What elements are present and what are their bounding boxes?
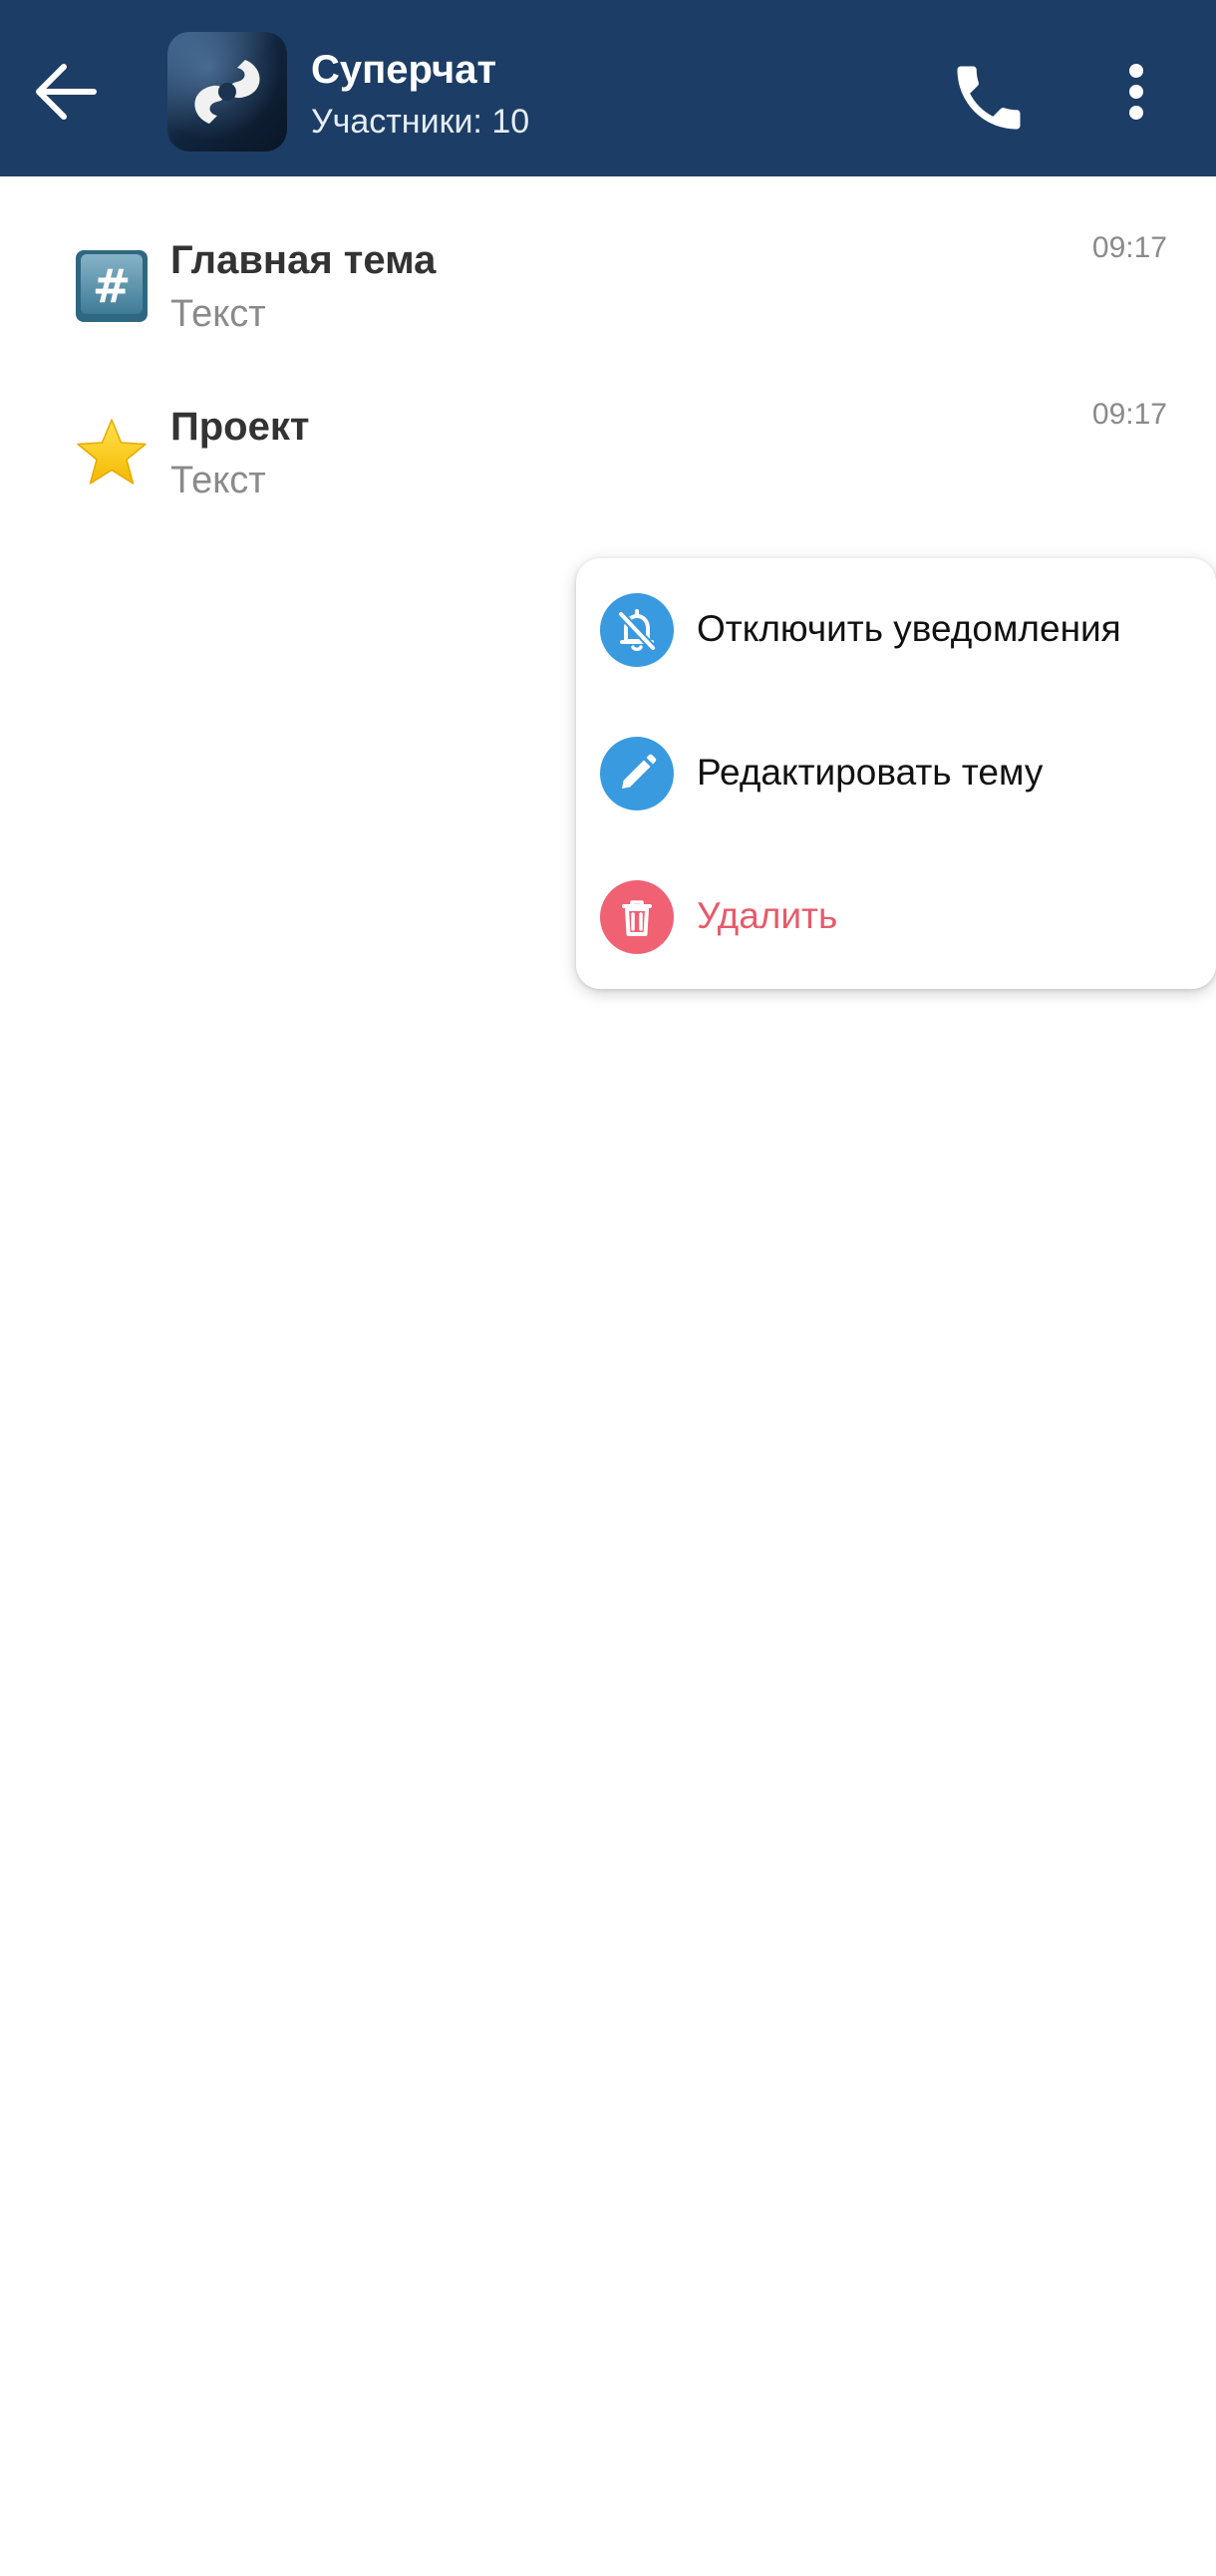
edit-topic-item[interactable]: Редактировать тему bbox=[576, 702, 1216, 845]
topic-preview: Текст bbox=[170, 460, 266, 501]
chat-title: Суперчат bbox=[311, 48, 497, 92]
menu-item-label: Удалить bbox=[697, 895, 838, 936]
chat-avatar[interactable] bbox=[167, 32, 287, 152]
topic-title: Главная тема bbox=[170, 238, 437, 282]
svg-text:#: # bbox=[93, 259, 132, 313]
more-vertical-icon bbox=[1129, 64, 1143, 120]
hash-keycap-icon: # bbox=[74, 248, 150, 324]
more-options-button[interactable] bbox=[1106, 56, 1166, 140]
topic-context-menu: Отключить уведомления Редактировать тему… bbox=[576, 558, 1216, 989]
participants-count: Участники: 10 bbox=[311, 103, 530, 141]
app-bar: Суперчат Участники: 10 bbox=[0, 0, 1216, 176]
call-button[interactable] bbox=[947, 56, 1031, 140]
trash-icon bbox=[600, 880, 674, 954]
arrow-left-icon bbox=[36, 64, 97, 120]
star-icon bbox=[74, 416, 150, 491]
delete-item[interactable]: Удалить bbox=[576, 845, 1216, 989]
topic-preview: Текст bbox=[170, 293, 266, 335]
menu-item-label: Редактировать тему bbox=[697, 752, 1044, 793]
phone-icon bbox=[957, 66, 1021, 130]
topic-row-main[interactable]: # Главная тема Текст 09:17 bbox=[0, 204, 1216, 372]
topic-title: Проект bbox=[170, 405, 310, 449]
back-button[interactable] bbox=[28, 54, 104, 130]
mute-notifications-item[interactable]: Отключить уведомления bbox=[576, 558, 1216, 702]
topic-time: 09:17 bbox=[1091, 231, 1167, 264]
topic-time: 09:17 bbox=[1091, 398, 1167, 431]
topic-row-project[interactable]: Проект Текст 09:17 bbox=[0, 372, 1216, 539]
menu-item-label: Отключить уведомления bbox=[697, 608, 1121, 649]
pencil-icon bbox=[600, 737, 674, 810]
bell-off-icon bbox=[600, 593, 674, 667]
